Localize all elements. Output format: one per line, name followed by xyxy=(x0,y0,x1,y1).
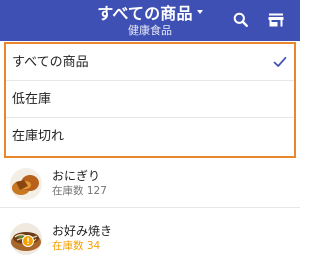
check-icon xyxy=(273,56,287,67)
product-name: おにぎり xyxy=(52,169,101,183)
app-screen: すべての商品 健康食品 すべての商品 低在庫 在庫切れ おにぎり 在庫数 127… xyxy=(0,0,300,263)
onigiri-image xyxy=(10,168,42,200)
store-button[interactable] xyxy=(266,10,286,30)
page-title: すべての商品 xyxy=(97,4,193,23)
caret-down-icon xyxy=(196,10,203,14)
menu-item-all-products[interactable]: すべての商品 xyxy=(6,44,294,81)
title-row: すべての商品 xyxy=(60,4,240,24)
list-item[interactable]: お好み焼き 在庫数 34 xyxy=(0,208,300,263)
warning-icon xyxy=(22,235,34,247)
product-stock: 在庫数 34 xyxy=(52,240,101,252)
search-icon xyxy=(233,12,249,28)
product-name: お好み焼き xyxy=(52,224,113,238)
menu-item-label: すべての商品 xyxy=(12,55,89,70)
menu-item-out-of-stock[interactable]: 在庫切れ xyxy=(6,118,294,156)
list-item[interactable]: おにぎり 在庫数 127 xyxy=(0,158,300,208)
menu-item-low-stock[interactable]: 低在庫 xyxy=(6,81,294,118)
category-dropdown-menu: すべての商品 低在庫 在庫切れ xyxy=(4,42,296,158)
category-selector[interactable]: すべての商品 健康食品 xyxy=(60,0,240,41)
menu-item-label: 在庫切れ xyxy=(12,129,65,144)
search-button[interactable] xyxy=(231,10,251,30)
page-subtitle: 健康食品 xyxy=(128,24,172,37)
store-icon xyxy=(268,13,284,27)
menu-item-label: 低在庫 xyxy=(12,92,52,107)
product-stock: 在庫数 127 xyxy=(52,185,107,197)
top-app-bar: すべての商品 健康食品 xyxy=(0,0,300,41)
product-list: おにぎり 在庫数 127 お好み焼き 在庫数 34 xyxy=(0,158,300,263)
